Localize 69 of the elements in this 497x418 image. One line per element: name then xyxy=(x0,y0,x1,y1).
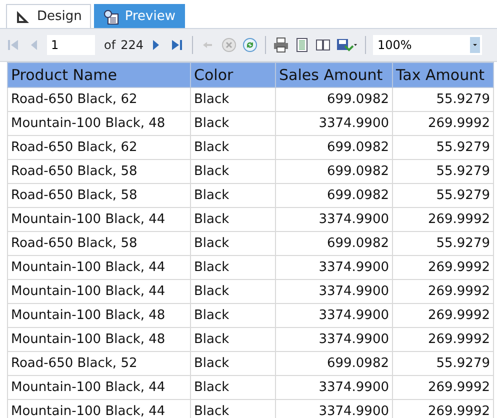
export-icon[interactable] xyxy=(336,37,358,53)
table-cell: 699.0982 xyxy=(276,352,392,376)
table-cell: Black xyxy=(190,232,276,256)
page-count: 224 xyxy=(120,38,144,52)
table-cell: 3374.9900 xyxy=(276,376,392,400)
table-cell: Black xyxy=(190,208,276,232)
table-cell: Road-650 Black, 58 xyxy=(8,232,190,256)
table-cell: 55.9279 xyxy=(392,352,494,376)
table-cell: 3374.9900 xyxy=(276,304,392,328)
book-icon[interactable] xyxy=(315,37,332,53)
table-cell: 269.9992 xyxy=(392,112,494,136)
column-header: Color xyxy=(190,62,276,88)
table-cell: Black xyxy=(190,304,276,328)
refresh-icon[interactable] xyxy=(242,37,258,53)
table-cell: 699.0982 xyxy=(276,232,392,256)
table-cell: Black xyxy=(190,280,276,304)
table-cell: 699.0982 xyxy=(276,184,392,208)
table-cell: 55.9279 xyxy=(392,184,494,208)
table-cell: 55.9279 xyxy=(392,160,494,184)
table-cell: Mountain-100 Black, 44 xyxy=(8,376,190,400)
table-cell: 269.9992 xyxy=(392,280,494,304)
page-of-label: of xyxy=(104,38,116,52)
page-layout-icon[interactable] xyxy=(294,37,310,53)
table-cell: Mountain-100 Black, 44 xyxy=(8,400,190,418)
table-cell: 269.9992 xyxy=(392,256,494,280)
table-cell: Black xyxy=(190,256,276,280)
table-cell: 3374.9900 xyxy=(276,208,392,232)
table-cell: Mountain-100 Black, 48 xyxy=(8,304,190,328)
table-cell: Black xyxy=(190,160,276,184)
column-header: Product Name xyxy=(8,62,190,88)
table-cell: Road-650 Black, 62 xyxy=(8,88,190,112)
table-cell: Black xyxy=(190,136,276,160)
table-cell: 269.9992 xyxy=(392,328,494,352)
table-cell: Road-650 Black, 62 xyxy=(8,136,190,160)
table-cell: 55.9279 xyxy=(392,136,494,160)
table-cell: Black xyxy=(190,184,276,208)
table-cell: Black xyxy=(190,376,276,400)
table-cell: 699.0982 xyxy=(276,88,392,112)
preview-icon xyxy=(102,8,119,24)
table-cell: Road-650 Black, 58 xyxy=(8,160,190,184)
table-cell: Black xyxy=(190,328,276,352)
table-cell: 269.9992 xyxy=(392,376,494,400)
table-cell: 3374.9900 xyxy=(276,280,392,304)
print-icon[interactable] xyxy=(273,37,290,53)
table-cell: 699.0982 xyxy=(276,136,392,160)
table-cell: Mountain-100 Black, 44 xyxy=(8,280,190,304)
table-cell: 3374.9900 xyxy=(276,256,392,280)
tab[interactable]: Design xyxy=(6,4,91,28)
table-cell: 699.0982 xyxy=(276,160,392,184)
table-cell: Mountain-100 Black, 44 xyxy=(8,256,190,280)
table-cell: Road-650 Black, 58 xyxy=(8,184,190,208)
table-cell: Road-650 Black, 52 xyxy=(8,352,190,376)
table-cell: Black xyxy=(190,112,276,136)
zoom-dropdown[interactable]: 100% xyxy=(373,35,482,55)
table-cell: Black xyxy=(190,88,276,112)
table-cell: 269.9992 xyxy=(392,304,494,328)
table-cell: 55.9279 xyxy=(392,88,494,112)
table-cell: Mountain-100 Black, 44 xyxy=(8,208,190,232)
table-cell: 55.9279 xyxy=(392,232,494,256)
table-cell: 3374.9900 xyxy=(276,112,392,136)
table-cell: Mountain-100 Black, 48 xyxy=(8,328,190,352)
column-header: Sales Amount xyxy=(276,62,392,88)
column-header: Tax Amount xyxy=(392,62,494,88)
table-cell: Black xyxy=(190,352,276,376)
table-cell: 269.9992 xyxy=(392,208,494,232)
table-cell: Mountain-100 Black, 48 xyxy=(8,112,190,136)
table-cell: 3374.9900 xyxy=(276,328,392,352)
page-number-field[interactable]: 1 xyxy=(47,35,95,55)
triangle-ruler-icon xyxy=(15,8,31,24)
